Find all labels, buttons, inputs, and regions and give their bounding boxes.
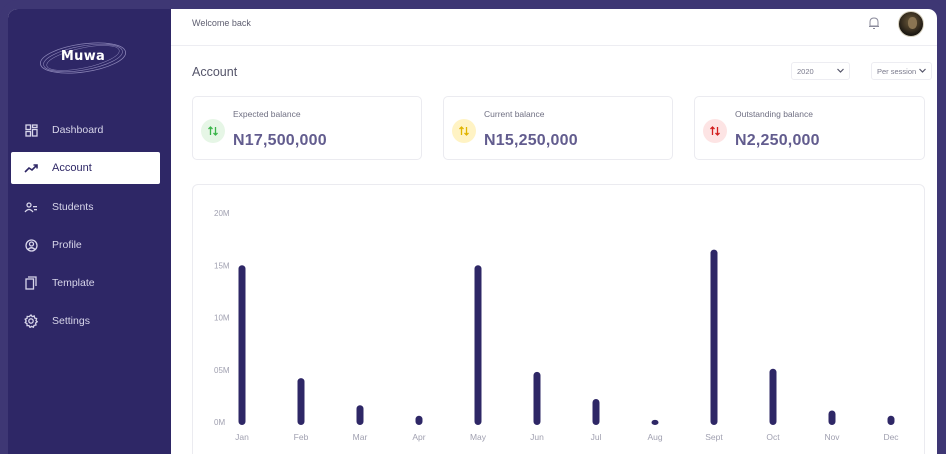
chevron-down-icon bbox=[836, 66, 845, 77]
x-tick-label: Nov bbox=[824, 432, 840, 442]
template-icon bbox=[22, 274, 40, 292]
trending-up-icon bbox=[22, 159, 40, 177]
sidebar-item-settings[interactable]: Settings bbox=[11, 305, 160, 337]
swap-arrows-icon bbox=[201, 119, 225, 143]
bar-jul[interactable] bbox=[592, 399, 600, 425]
profile-icon bbox=[22, 236, 40, 254]
bar-jun[interactable] bbox=[533, 371, 541, 425]
bar-sept[interactable] bbox=[710, 249, 718, 425]
x-tick-label: Sept bbox=[705, 432, 723, 442]
page-title: Account bbox=[192, 65, 238, 79]
bar-feb[interactable] bbox=[297, 378, 305, 425]
students-icon bbox=[22, 198, 40, 216]
sidebar-item-students[interactable]: Students bbox=[11, 191, 160, 223]
card-value: N17,500,000 bbox=[233, 132, 327, 149]
sidebar-item-template[interactable]: Template bbox=[11, 267, 160, 299]
dashboard-grid-icon bbox=[22, 121, 40, 139]
card-label: Outstanding balance bbox=[735, 109, 813, 119]
logo-text: Muwa bbox=[60, 49, 106, 64]
x-tick-label: Mar bbox=[353, 432, 368, 442]
y-tick-label: 15M bbox=[214, 261, 230, 270]
x-tick-label: Jul bbox=[591, 432, 602, 442]
sidebar-item-profile[interactable]: Profile bbox=[11, 229, 160, 261]
x-tick-label: Feb bbox=[294, 432, 309, 442]
sidebar-item-label: Students bbox=[52, 201, 94, 213]
x-tick-label: Dec bbox=[883, 432, 899, 442]
sidebar: Muwa Dashboard Account Students Profile bbox=[8, 9, 171, 454]
sidebar-item-label: Account bbox=[52, 162, 92, 174]
chevron-down-icon bbox=[918, 66, 927, 77]
sidebar-item-label: Template bbox=[52, 277, 95, 289]
expected-balance-card: Expected balance N17,500,000 bbox=[192, 96, 422, 160]
bar-apr[interactable] bbox=[415, 415, 423, 425]
top-bar: Welcome back bbox=[171, 9, 937, 46]
bar-mar[interactable] bbox=[356, 405, 364, 425]
welcome-text: Welcome back bbox=[192, 18, 251, 28]
avatar[interactable] bbox=[898, 11, 924, 37]
year-select[interactable]: 2020 bbox=[791, 62, 850, 80]
x-tick-label: Jan bbox=[235, 432, 249, 442]
gear-icon bbox=[22, 312, 40, 330]
bar-dec[interactable] bbox=[887, 415, 895, 425]
y-tick-label: 10M bbox=[214, 314, 230, 323]
x-tick-label: May bbox=[470, 432, 487, 442]
monthly-chart-panel: 0M 05M 10M 15M 20M Jan Feb Mar Apr May Jun Jul Aug Se… bbox=[192, 184, 925, 454]
outstanding-balance-card: Outstanding balance N2,250,000 bbox=[694, 96, 925, 160]
bar-may[interactable] bbox=[474, 265, 482, 425]
x-tick-label: Oct bbox=[766, 432, 780, 442]
sidebar-item-account[interactable]: Account bbox=[11, 152, 160, 184]
bar-oct[interactable] bbox=[769, 368, 777, 425]
sidebar-item-label: Dashboard bbox=[52, 124, 104, 136]
period-select[interactable]: Per session bbox=[871, 62, 932, 80]
bar-jan[interactable] bbox=[238, 265, 246, 425]
sidebar-item-dashboard[interactable]: Dashboard bbox=[11, 114, 160, 146]
card-label: Expected balance bbox=[233, 109, 301, 119]
x-tick-label: Aug bbox=[647, 432, 662, 442]
x-tick-label: Jun bbox=[530, 432, 544, 442]
y-tick-label: 20M bbox=[214, 209, 230, 218]
monthly-bar-chart: 0M 05M 10M 15M 20M Jan Feb Mar Apr May Jun Jul Aug Se… bbox=[214, 209, 899, 442]
main-content: Welcome back Account 2020 Per session Ex… bbox=[171, 9, 937, 454]
y-tick-label: 05M bbox=[214, 366, 230, 375]
bar-nov[interactable] bbox=[828, 410, 836, 425]
x-tick-label: Apr bbox=[412, 432, 425, 442]
card-value: N2,250,000 bbox=[735, 132, 820, 149]
swap-arrows-icon bbox=[452, 119, 476, 143]
bell-icon[interactable] bbox=[868, 16, 880, 35]
sidebar-item-label: Settings bbox=[52, 315, 90, 327]
y-tick-label: 0M bbox=[214, 418, 225, 427]
card-label: Current balance bbox=[484, 109, 545, 119]
year-select-value: 2020 bbox=[797, 66, 814, 76]
bar-aug[interactable] bbox=[651, 419, 659, 425]
sidebar-item-label: Profile bbox=[52, 239, 82, 251]
swap-arrows-icon bbox=[703, 119, 727, 143]
logo[interactable]: Muwa bbox=[38, 40, 128, 76]
current-balance-card: Current balance N15,250,000 bbox=[443, 96, 673, 160]
period-select-value: Per session bbox=[877, 66, 917, 76]
card-value: N15,250,000 bbox=[484, 132, 578, 149]
app-window: Muwa Dashboard Account Students Profile bbox=[0, 0, 946, 454]
